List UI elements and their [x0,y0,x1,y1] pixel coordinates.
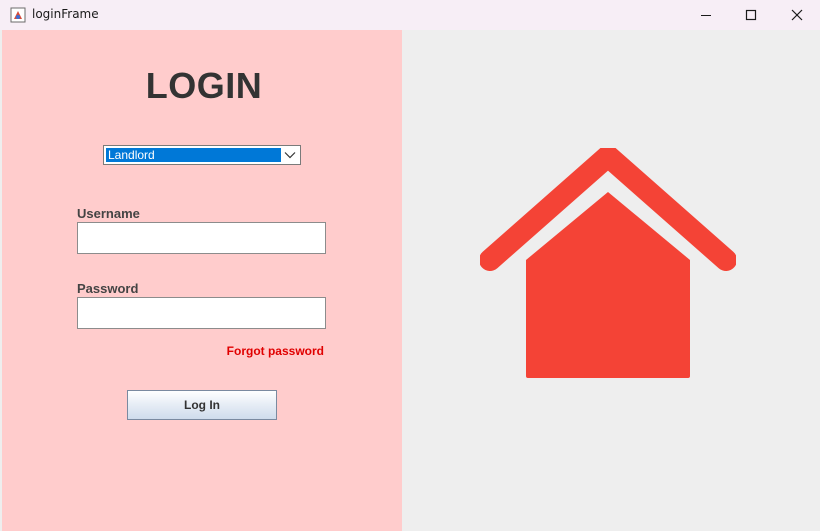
page-title: LOGIN [145,65,263,106]
house-icon [480,148,736,378]
minimize-icon [701,15,711,16]
close-button[interactable] [774,0,820,30]
window-title: loginFrame [32,7,99,21]
title-bar[interactable]: loginFrame [0,0,820,30]
maximize-icon [745,9,757,21]
login-button[interactable]: Log In [127,390,277,420]
forgot-password-link[interactable]: Forgot password [227,344,324,358]
login-window: loginFrame LOGIN Landlord Username Passw… [0,0,820,531]
login-panel: LOGIN Landlord Username Password Forgot … [2,30,402,531]
username-label: Username [77,206,140,221]
minimize-button[interactable] [683,0,729,30]
password-label: Password [77,281,139,296]
illustration-panel [402,30,820,531]
role-select[interactable]: Landlord [103,145,301,165]
maximize-button[interactable] [728,0,774,30]
close-icon [791,9,803,21]
password-field[interactable] [77,297,326,329]
role-select-value: Landlord [105,147,282,163]
username-field[interactable] [77,222,326,254]
chevron-down-icon[interactable] [282,148,298,162]
java-app-icon [10,7,26,23]
